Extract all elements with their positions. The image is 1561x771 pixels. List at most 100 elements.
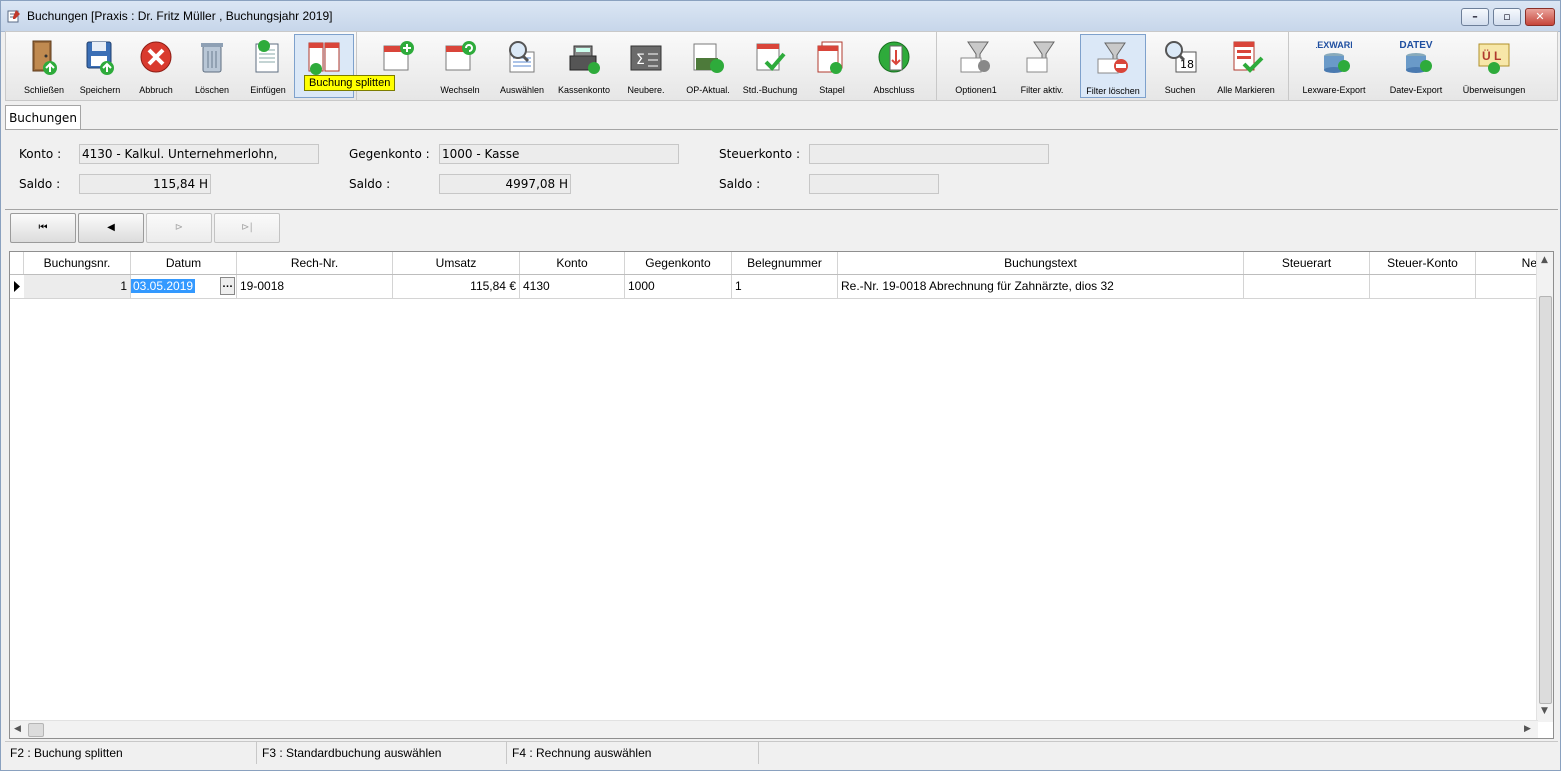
- app-window: Buchungen [Praxis : Dr. Fritz Müller , B…: [0, 0, 1561, 771]
- cell-buchungstext[interactable]: Re.-Nr. 19-0018 Abrechnung für Zahnärzte…: [838, 275, 1244, 298]
- last-record-icon: ⊳|: [241, 222, 253, 233]
- app-icon: [7, 10, 20, 23]
- table-row[interactable]: 1 03.05.2019 … 19-0018 115,84 € 4130 100…: [10, 275, 1540, 299]
- floppy-save-icon: [86, 41, 114, 75]
- header-buchungstext[interactable]: Buchungstext: [838, 252, 1244, 274]
- cell-gegenkonto[interactable]: 1000: [625, 275, 732, 298]
- std-buchung-button[interactable]: Std.-Buchung: [740, 34, 800, 98]
- steuerkonto-field[interactable]: [809, 144, 1049, 164]
- header-steuerart[interactable]: Steuerart: [1244, 252, 1370, 274]
- maximize-button[interactable]: ▫: [1493, 8, 1521, 26]
- date-picker-button[interactable]: …: [220, 277, 235, 295]
- horizontal-scrollbar[interactable]: ◀ ▶: [10, 720, 1538, 738]
- filter-aktivieren-button[interactable]: Filter aktiv.: [1012, 34, 1072, 98]
- ueberweisungen-button[interactable]: Ü L Überweisungen: [1463, 34, 1525, 98]
- nav-next-button[interactable]: ⊳: [146, 213, 212, 243]
- steuerkonto-saldo-label: Saldo :: [719, 177, 761, 191]
- cell-umsatz[interactable]: 115,84 €: [393, 275, 520, 298]
- optionen1-button[interactable]: Optionen1: [946, 34, 1006, 98]
- transfer-logo-text: Ü L: [1482, 48, 1501, 63]
- scroll-up-icon[interactable]: ▲: [1541, 255, 1548, 265]
- cell-rechnr[interactable]: 19-0018: [237, 275, 393, 298]
- money-update-icon: [693, 43, 724, 73]
- header-rechnr[interactable]: Rech-Nr.: [237, 252, 393, 274]
- cell-konto[interactable]: 4130: [520, 275, 625, 298]
- auswaehlen-button[interactable]: Auswählen: [492, 34, 552, 98]
- minimize-button[interactable]: –: [1461, 8, 1489, 26]
- scroll-down-icon[interactable]: ▼: [1541, 706, 1548, 716]
- nav-last-button[interactable]: ⊳|: [214, 213, 280, 243]
- grid-header: Buchungsnr. Datum Rech-Nr. Umsatz Konto …: [10, 252, 1540, 275]
- close-button[interactable]: ✕: [1525, 8, 1555, 26]
- alle-markieren-button[interactable]: Alle Markieren: [1216, 34, 1276, 98]
- header-gegenkonto[interactable]: Gegenkonto: [625, 252, 732, 274]
- cash-register-icon: [569, 45, 600, 74]
- op-aktualisieren-button[interactable]: OP-Aktual.: [678, 34, 738, 98]
- close-icon: ✕: [1535, 10, 1545, 23]
- einfuegen-button[interactable]: Einfügen: [238, 34, 298, 98]
- kassenkonto-button[interactable]: Kassenkonto: [554, 34, 614, 98]
- header-belegnummer[interactable]: Belegnummer: [732, 252, 838, 274]
- filter-loeschen-label: Filter löschen: [1086, 86, 1140, 96]
- neuberechnen-button[interactable]: Σ Neubere.: [616, 34, 676, 98]
- vertical-scroll-thumb[interactable]: [1539, 296, 1552, 704]
- datev-export-icon: DATEV: [1399, 40, 1433, 73]
- search-calendar-icon: 18: [1165, 41, 1197, 73]
- steuerkonto-saldo-field: [809, 174, 939, 194]
- header-datum[interactable]: Datum: [131, 252, 237, 274]
- lexware-logo-text: LEXWARE: [1316, 40, 1352, 50]
- cell-steuerkonto[interactable]: [1370, 275, 1476, 298]
- datev-export-button[interactable]: DATEV Datev-Export: [1386, 34, 1446, 98]
- title-bar: Buchungen [Praxis : Dr. Fritz Müller , B…: [1, 1, 1560, 32]
- tab-buchungen[interactable]: Buchungen: [5, 105, 81, 129]
- cell-buchungsnr[interactable]: 1: [24, 275, 131, 298]
- konto-field[interactable]: 4130 - Kalkul. Unternehmerlohn,: [79, 144, 319, 164]
- cell-steuerart[interactable]: [1244, 275, 1370, 298]
- options-filter-icon: [960, 41, 990, 73]
- lexware-export-label: Lexware-Export: [1302, 85, 1366, 95]
- toolbar: Schließen Speichern Abbruch Löschen Einf…: [5, 31, 1558, 101]
- header-buchungsnr[interactable]: Buchungsnr.: [24, 252, 131, 274]
- konto-label: Konto :: [19, 147, 62, 161]
- vertical-scrollbar[interactable]: ▲ ▼: [1536, 252, 1553, 722]
- datum-input[interactable]: 03.05.2019: [131, 279, 196, 293]
- cell-belegnummer[interactable]: 1: [732, 275, 838, 298]
- wechseln-button[interactable]: Wechseln: [430, 34, 490, 98]
- bookings-grid: Buchungsnr. Datum Rech-Nr. Umsatz Konto …: [9, 251, 1554, 739]
- gegenkonto-field[interactable]: 1000 - Kasse: [439, 144, 679, 164]
- abschluss-button[interactable]: Abschluss: [864, 34, 924, 98]
- minimize-icon: –: [1472, 10, 1478, 23]
- transfer-icon: Ü L: [1478, 43, 1510, 74]
- header-umsatz[interactable]: Umsatz: [393, 252, 520, 274]
- stapel-button[interactable]: Stapel: [802, 34, 862, 98]
- suchen-label: Suchen: [1164, 85, 1196, 95]
- filter-clear-icon: [1097, 42, 1128, 74]
- header-indicator: [10, 252, 24, 274]
- suchen-button[interactable]: 18 Suchen: [1150, 34, 1210, 98]
- status-f2: F2 : Buchung splitten: [5, 742, 257, 764]
- toolbar-group-booking: Wechseln Auswählen Kassenkonto Σ Neubere…: [358, 32, 937, 100]
- insert-document-icon: [255, 40, 279, 73]
- horizontal-scroll-thumb[interactable]: [28, 723, 44, 737]
- magnifier-select-icon: [509, 41, 535, 73]
- datev-export-label: Datev-Export: [1389, 85, 1443, 95]
- datev-logo-text: DATEV: [1399, 40, 1432, 51]
- nav-prev-button[interactable]: ◀: [78, 213, 144, 243]
- scroll-right-icon[interactable]: ▶: [1524, 724, 1531, 734]
- svg-text:Σ: Σ: [636, 52, 645, 68]
- nav-first-button[interactable]: ⏮: [10, 213, 76, 243]
- tooltip-buchung-splitten: Buchung splitten: [304, 75, 396, 91]
- prev-record-icon: ◀: [107, 222, 115, 233]
- header-steuerkonto[interactable]: Steuer-Konto: [1370, 252, 1476, 274]
- status-f4: F4 : Rechnung auswählen: [507, 742, 759, 764]
- scroll-left-icon[interactable]: ◀: [14, 724, 21, 734]
- header-ne[interactable]: Ne: [1476, 252, 1540, 274]
- header-konto[interactable]: Konto: [520, 252, 625, 274]
- lexware-export-button[interactable]: LEXWARE Lexware-Export: [1302, 34, 1365, 98]
- cell-ne[interactable]: [1476, 275, 1540, 298]
- closing-icon: [878, 41, 910, 73]
- cell-datum[interactable]: 03.05.2019 …: [131, 275, 237, 298]
- filter-loeschen-button[interactable]: Filter löschen: [1080, 34, 1146, 98]
- account-panel: Konto : 4130 - Kalkul. Unternehmerlohn, …: [5, 129, 1558, 210]
- gegenkonto-label: Gegenkonto :: [349, 147, 430, 161]
